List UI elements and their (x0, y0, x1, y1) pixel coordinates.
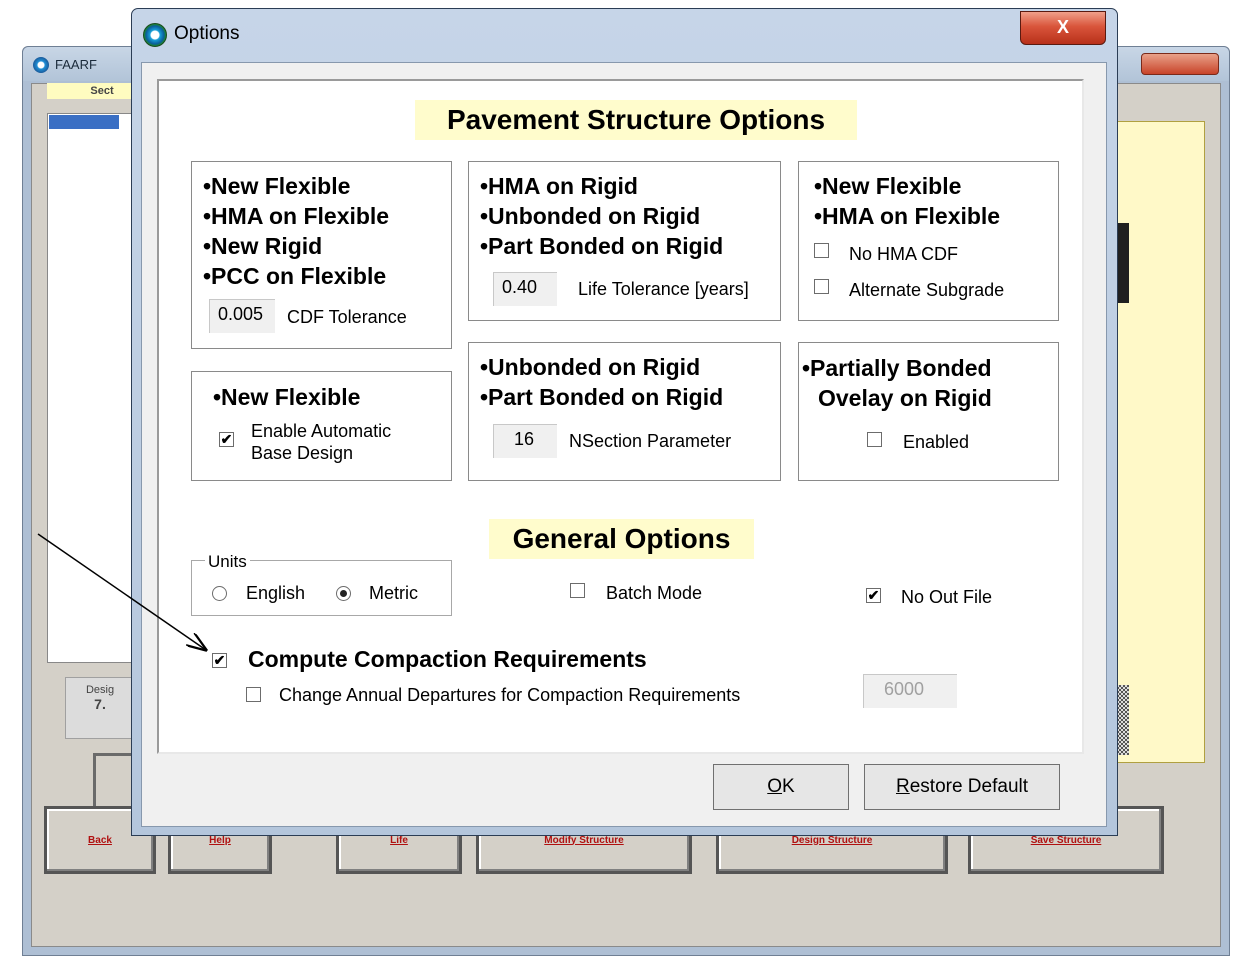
box5-line-unbonded-on-rigid: •Unbonded on Rigid (480, 354, 701, 380)
box6-line-partially-bonded: •Partially Bonded (802, 355, 992, 381)
enable-automatic-base-design-checkbox[interactable]: ✔ (219, 432, 234, 447)
box2-line-part-bonded-on-rigid: •Part Bonded on Rigid (480, 233, 724, 259)
nsection-parameter-label: NSection Parameter (569, 431, 732, 451)
compute-compaction-label: Compute Compaction Requirements (248, 646, 647, 672)
pavement-structure-options-header: Pavement Structure Options (415, 100, 857, 140)
no-out-file-checkbox[interactable]: ✔ (866, 588, 881, 603)
general-options-header: General Options (489, 519, 754, 559)
box2-line-unbonded-on-rigid: •Unbonded on Rigid (480, 203, 701, 229)
restore-label-rest: estore Default (909, 776, 1029, 797)
box4-line-new-flexible: •New Flexible (213, 384, 361, 410)
batch-mode-label: Batch Mode (606, 583, 703, 603)
no-out-file-label: No Out File (901, 587, 993, 607)
box6-line-overlay-on-rigid: Ovelay on Rigid (818, 385, 992, 411)
alternate-subgrade-label: Alternate Subgrade (849, 280, 1005, 300)
box3-line-new-flexible: •New Flexible (814, 173, 962, 199)
change-annual-departures-checkbox[interactable] (246, 687, 261, 702)
units-legend: Units (205, 552, 250, 572)
life-tolerance-input[interactable]: 0.40 (493, 272, 557, 306)
partially-bonded-enabled-label: Enabled (903, 432, 970, 452)
design-life-box: Desig 7. (65, 677, 135, 739)
options-app-icon (143, 23, 167, 47)
close-button[interactable]: X (1020, 11, 1106, 45)
restore-mnemonic: R (895, 776, 910, 797)
background-close-button[interactable] (1141, 53, 1219, 75)
close-icon: X (1056, 17, 1069, 37)
enable-automatic-label-line1: Enable Automatic (251, 421, 392, 441)
ok-label-rest: K (782, 776, 795, 797)
box1-line-new-rigid: •New Rigid (203, 233, 323, 259)
units-metric-radio[interactable] (336, 586, 351, 601)
cdf-tolerance-label: CDF Tolerance (287, 307, 407, 327)
units-english-radio[interactable] (212, 586, 227, 601)
nsection-parameter-input[interactable]: 16 (493, 424, 557, 458)
change-annual-departures-label: Change Annual Departures for Compaction … (279, 685, 741, 705)
options-dialog: Options X Pavement Structure Options •Ne… (131, 8, 1118, 836)
app-icon (33, 57, 49, 73)
dialog-title: Options (174, 23, 240, 44)
partially-bonded-enabled-checkbox[interactable] (867, 432, 882, 447)
annual-departures-input[interactable]: 6000 (863, 674, 957, 708)
compute-compaction-checkbox[interactable]: ✔ (212, 653, 227, 668)
background-window-title: FAARF (55, 57, 97, 72)
ok-mnemonic: O (767, 776, 783, 797)
restore-default-button[interactable]: Restore Default (864, 764, 1060, 810)
structure-panel (1115, 121, 1205, 763)
batch-mode-checkbox[interactable] (570, 583, 585, 598)
box5-line-part-bonded-on-rigid: •Part Bonded on Rigid (480, 384, 724, 410)
cdf-tolerance-input[interactable]: 0.005 (209, 299, 275, 333)
alternate-subgrade-checkbox[interactable] (814, 279, 829, 294)
box1-line-new-flexible: •New Flexible (203, 173, 351, 199)
section-list-selected-item[interactable] (49, 115, 119, 129)
life-tolerance-label: Life Tolerance [years] (578, 279, 749, 299)
box1-line-pcc-on-flexible: •PCC on Flexible (203, 263, 387, 289)
enable-automatic-label-line2: Base Design (251, 443, 354, 463)
ok-button[interactable]: OK (713, 764, 849, 810)
no-hma-cdf-label: No HMA CDF (849, 244, 959, 264)
box3-line-hma-on-flexible: •HMA on Flexible (814, 203, 1001, 229)
design-life-label: Desig (85, 684, 115, 696)
no-hma-cdf-checkbox[interactable] (814, 243, 829, 258)
box1-line-hma-on-flexible: •HMA on Flexible (203, 203, 390, 229)
design-life-value: 7. (94, 696, 106, 712)
box2-line-hma-on-rigid: •HMA on Rigid (480, 173, 638, 199)
units-metric-label: Metric (369, 583, 418, 603)
units-english-label: English (246, 583, 306, 603)
enable-automatic-base-design-label: Enable Automatic Base Design (251, 420, 391, 464)
